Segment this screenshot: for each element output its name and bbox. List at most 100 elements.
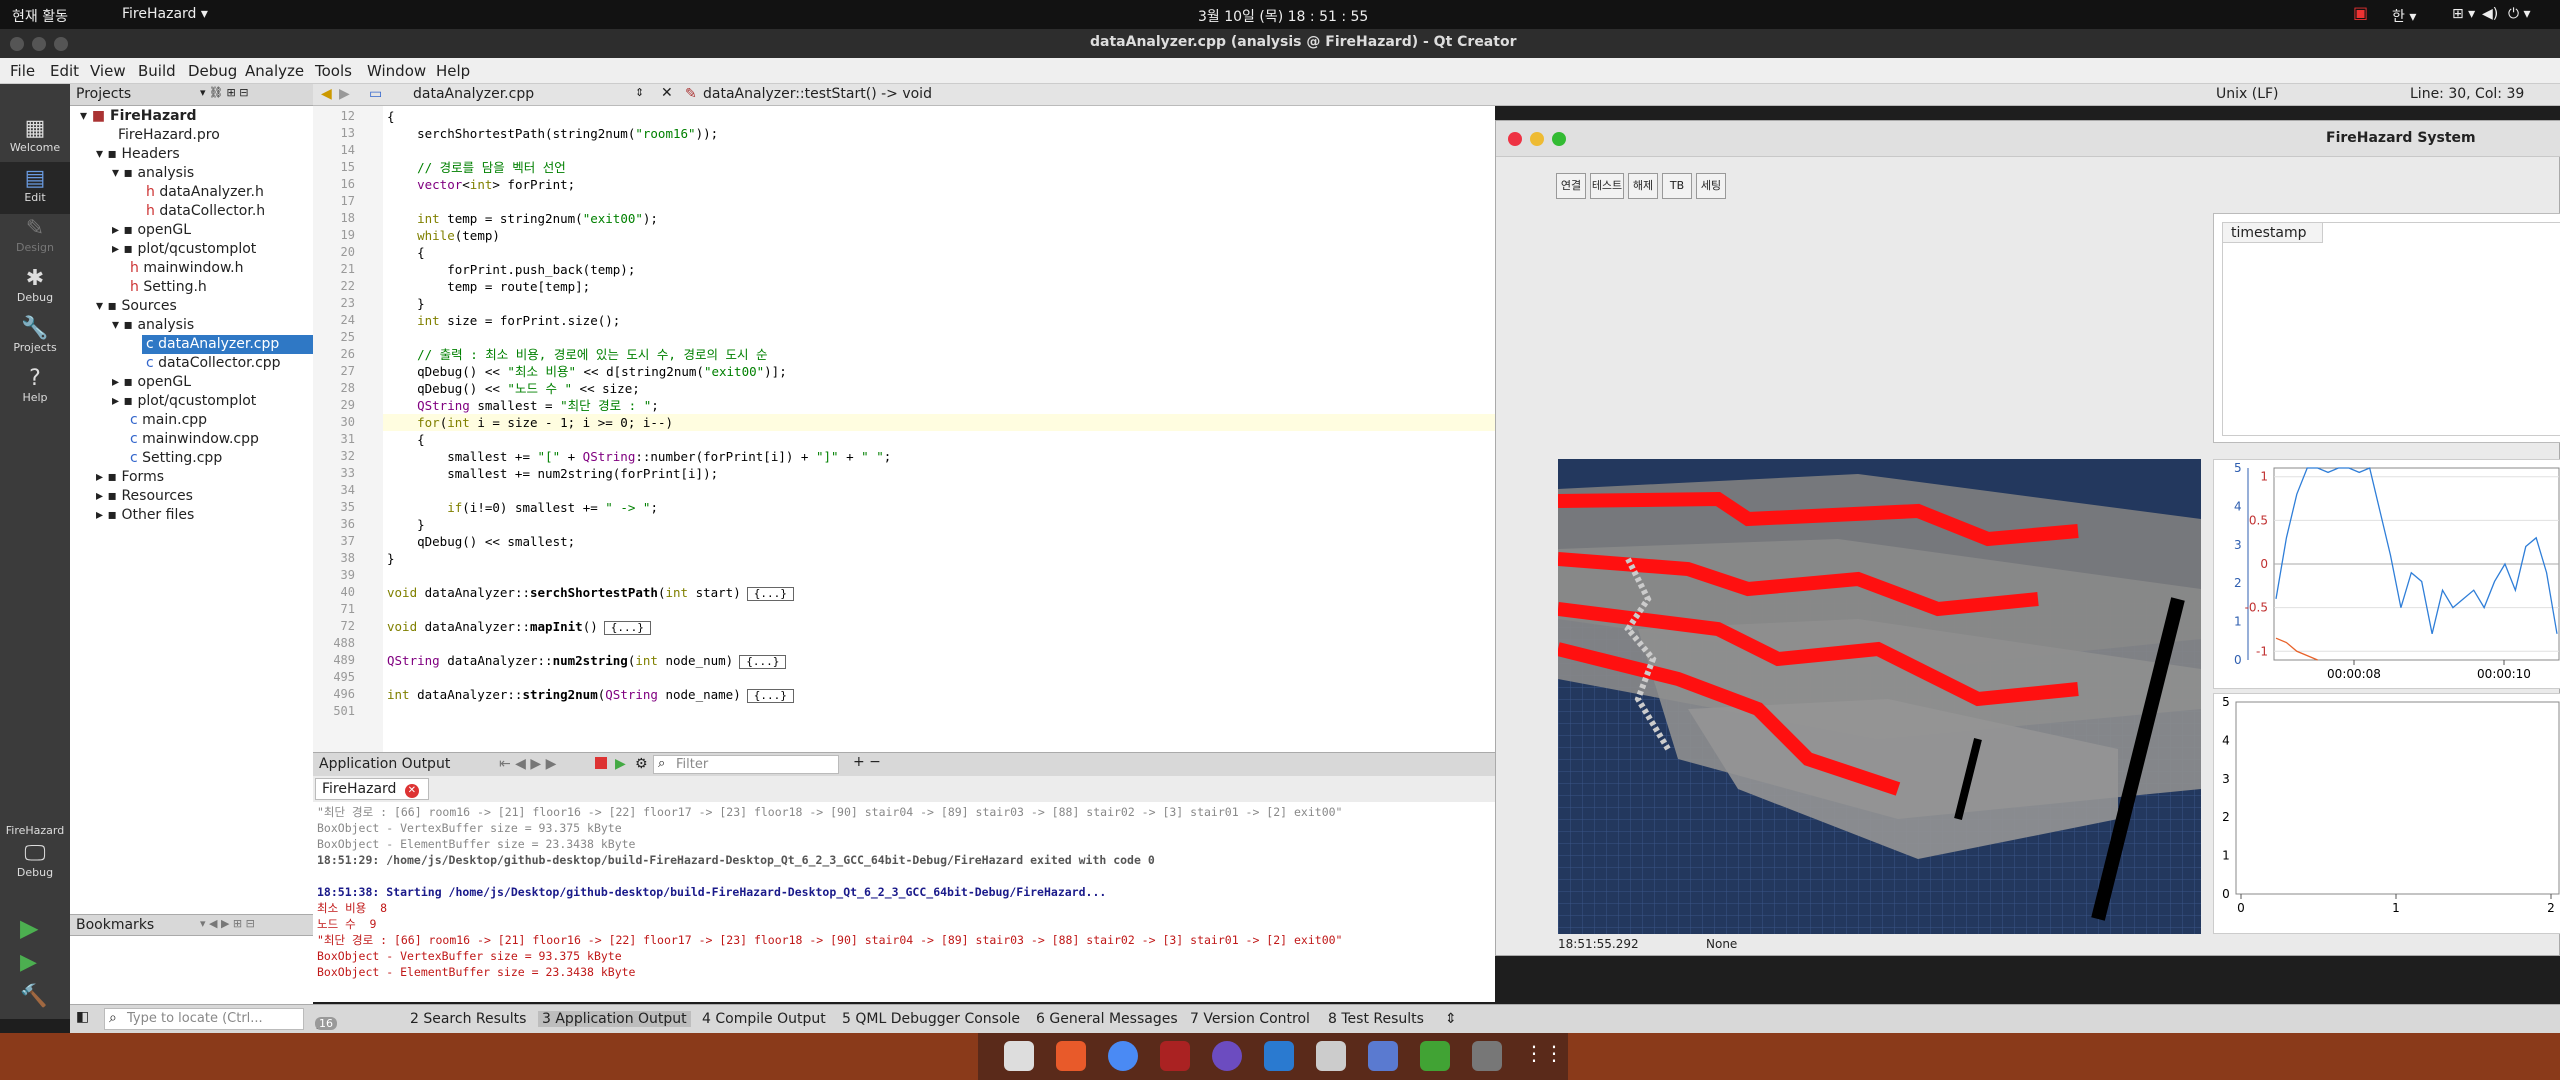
close-tab-icon[interactable]: ✕ <box>404 784 419 798</box>
terminal-app-icon[interactable] <box>1160 1041 1190 1071</box>
power-icon[interactable]: ⏻ ▾ <box>2508 6 2531 22</box>
settings-icon[interactable]: ⚙ <box>635 756 648 772</box>
menu-help[interactable]: Help <box>436 62 470 80</box>
nav-arrows-icon[interactable]: ▾ ◀ ▶ ⊞ ⊟ <box>200 917 255 930</box>
maximize-icon[interactable] <box>54 37 68 51</box>
mode-edit[interactable]: ▤ Edit <box>0 162 70 214</box>
output-log[interactable]: "최단 경로 : [66] room16 -> [21] floor16 -> … <box>313 802 1495 1002</box>
chrome-app-icon[interactable] <box>1108 1041 1138 1071</box>
close-document-icon[interactable]: ✕ <box>661 85 673 101</box>
menu-build[interactable]: Build <box>138 62 176 80</box>
back-icon[interactable]: ◀ <box>321 86 332 102</box>
tree-item-root[interactable]: ▾ ■ FireHazard <box>80 107 196 126</box>
menu-edit[interactable]: Edit <box>50 62 79 80</box>
tab-general-messages[interactable]: 6 General Messages <box>1036 1011 1178 1027</box>
tree-item-pro[interactable]: FireHazard.pro <box>118 126 220 145</box>
tree-item-file[interactable]: h Setting.h <box>130 278 207 297</box>
mode-debug[interactable]: ✱ Debug <box>0 262 70 314</box>
tree-item-selected[interactable]: c dataAnalyzer.cpp <box>142 335 313 354</box>
menu-view[interactable]: View <box>90 62 126 80</box>
app-menu[interactable]: FireHazard ▾ <box>122 6 208 22</box>
code-line[interactable]: } <box>387 295 425 312</box>
tree-item-file[interactable]: h mainwindow.h <box>130 259 243 278</box>
github-app-icon[interactable] <box>1212 1041 1242 1071</box>
tree-item-opengl[interactable]: ▸ ▪ openGL <box>112 373 191 392</box>
tree-item-file[interactable]: c mainwindow.cpp <box>130 430 259 449</box>
close-icon[interactable] <box>1508 132 1522 146</box>
column-header[interactable]: timestamp <box>2223 223 2323 243</box>
symbol-selector[interactable]: dataAnalyzer::testStart() -> void <box>703 86 932 102</box>
menu-analyze[interactable]: Analyze <box>245 62 304 80</box>
tree-item-sources[interactable]: ▾ ▪ Sources <box>96 297 177 316</box>
tree-item-file[interactable]: h dataCollector.h <box>146 202 265 221</box>
maximize-icon[interactable] <box>1552 132 1566 146</box>
code-line[interactable]: { <box>387 244 425 261</box>
input-method[interactable]: 한 ▾ <box>2392 6 2416 26</box>
tree-item-file[interactable]: c Setting.cpp <box>130 449 222 468</box>
minimize-icon[interactable] <box>1530 132 1544 146</box>
app-grid-icon[interactable]: ⋮⋮ <box>1524 1041 1564 1071</box>
code-line[interactable]: qDebug() << "노드 수 " << size; <box>387 380 640 397</box>
code-line[interactable]: void dataAnalyzer::mapInit() {...} <box>387 618 651 635</box>
menu-window[interactable]: Window <box>367 62 426 80</box>
files-app-icon[interactable] <box>1004 1041 1034 1071</box>
text-editor-app-icon[interactable] <box>1316 1041 1346 1071</box>
mode-welcome[interactable]: ▦ Welcome <box>0 112 70 164</box>
tab-qml-console[interactable]: 5 QML Debugger Console <box>842 1011 1020 1027</box>
sensor-chart-2[interactable]: 0 1 2 3 4 5 0 1 2 <box>2213 693 2560 934</box>
tree-item-qcustomplot[interactable]: ▸ ▪ plot/qcustomplot <box>112 392 256 411</box>
mode-design[interactable]: ✎ Design <box>0 212 70 264</box>
code-line[interactable]: serchShortestPath(string2num("room16")); <box>387 125 718 142</box>
sensor-chart-1[interactable]: 0 1 2 3 4 5 -1 -0.5 0 0.5 1 00:00:08 00:00:10 <box>2213 459 2560 689</box>
code-line[interactable]: } <box>387 550 395 567</box>
code-line[interactable]: } <box>387 516 425 533</box>
tree-item-other[interactable]: ▸ ▪ Other files <box>96 506 194 525</box>
folded-block[interactable]: {...} <box>739 655 787 669</box>
disconnect-button[interactable]: 해제 <box>1628 173 1658 199</box>
code-line[interactable]: if(i!=0) smallest += " -> "; <box>387 499 658 516</box>
connect-button[interactable]: 연결 <box>1556 173 1586 199</box>
add-pane-icon[interactable]: + − <box>853 754 881 770</box>
open-document[interactable]: dataAnalyzer.cpp <box>413 86 534 102</box>
tree-item-analysis[interactable]: ▾ ▪ analysis <box>112 316 194 335</box>
tab-compile-output[interactable]: 4 Compile Output <box>702 1011 826 1027</box>
projects-selector[interactable]: Projects <box>76 86 131 102</box>
filter-input[interactable]: ⌕ Filter <box>653 755 839 774</box>
stop-icon[interactable] <box>595 757 607 769</box>
settings-button[interactable]: 세팅 <box>1696 173 1726 199</box>
timestamp-table[interactable]: timestamp <box>2213 213 2560 443</box>
code-line[interactable]: qDebug() << smallest; <box>387 533 575 550</box>
activities-button[interactable]: 현재 활동 <box>12 6 68 26</box>
code-line[interactable]: { <box>387 431 425 448</box>
tree-item-qcustomplot[interactable]: ▸ ▪ plot/qcustomplot <box>112 240 256 259</box>
code-line[interactable]: QString smallest = "최단 경로 : "; <box>387 397 659 414</box>
tb-button[interactable]: TB <box>1662 173 1692 199</box>
vscode-app-icon[interactable] <box>1264 1041 1294 1071</box>
tree-item-headers[interactable]: ▾ ▪ Headers <box>96 145 180 164</box>
code-line[interactable]: while(temp) <box>387 227 500 244</box>
code-line[interactable]: temp = route[temp]; <box>387 278 590 295</box>
mode-projects[interactable]: 🔧 Projects <box>0 312 70 364</box>
app-icon[interactable] <box>1368 1041 1398 1071</box>
code-line[interactable]: for(int i = size - 1; i >= 0; i--) <box>387 414 673 431</box>
tab-search-results[interactable]: 2 Search Results <box>410 1011 526 1027</box>
folded-block[interactable]: {...} <box>603 621 651 635</box>
tree-item-opengl[interactable]: ▸ ▪ openGL <box>112 221 191 240</box>
volume-icon[interactable]: ◀) <box>2482 6 2498 22</box>
build-icon[interactable]: 🔨 <box>20 984 47 1009</box>
network-icon[interactable]: ⊞ ▾ <box>2452 6 2475 22</box>
code-line[interactable]: smallest += num2string(forPrint[i]); <box>387 465 718 482</box>
tree-item-resources[interactable]: ▸ ▪ Resources <box>96 487 193 506</box>
tree-item-forms[interactable]: ▸ ▪ Forms <box>96 468 164 487</box>
chevron-down-icon[interactable]: ⇕ <box>635 86 644 99</box>
tree-item-analysis[interactable]: ▾ ▪ analysis <box>112 164 194 183</box>
mode-help[interactable]: ? Help <box>0 362 70 414</box>
menu-tools[interactable]: Tools <box>315 62 352 80</box>
tab-application-output[interactable]: 3 Application Output <box>538 1011 691 1027</box>
locator-input[interactable]: ⌕ Type to locate (Ctrl... <box>104 1008 304 1030</box>
forward-icon[interactable]: ▶ <box>339 86 350 102</box>
software-app-icon[interactable] <box>1056 1041 1086 1071</box>
kit-selector[interactable]: FireHazard 🖵 Debug <box>0 824 70 894</box>
test-button[interactable]: 테스트 <box>1590 173 1624 199</box>
debug-run-icon[interactable]: ▶ <box>20 950 37 975</box>
